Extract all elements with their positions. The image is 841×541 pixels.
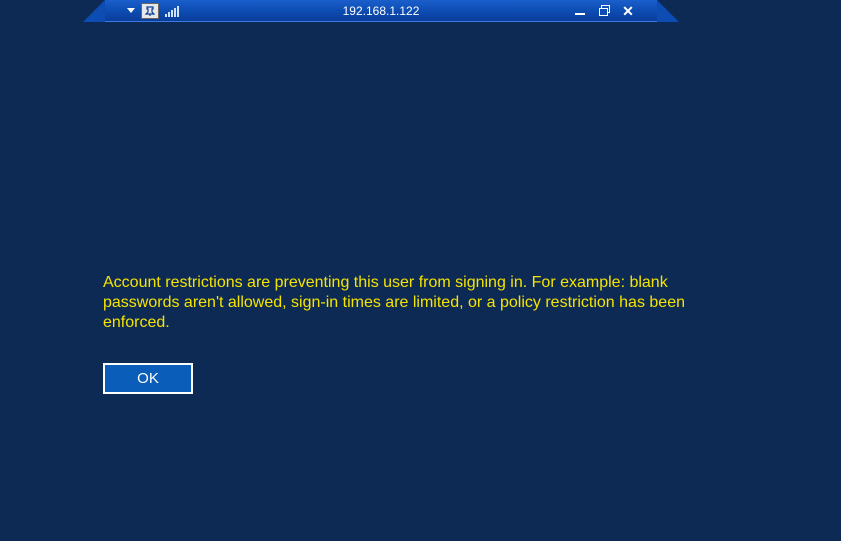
minimize-icon [575,13,585,15]
ok-button-label: OK [137,370,159,387]
rdp-connection-bar: 192.168.1.122 ✕ [105,0,657,22]
connection-quality-icon[interactable] [165,5,179,17]
dropdown-icon[interactable] [127,8,135,13]
ok-button[interactable]: OK [103,363,193,394]
restore-button[interactable] [597,4,611,18]
connection-bar-left [105,3,179,19]
close-icon: ✕ [622,4,634,18]
minimize-button[interactable] [573,4,587,18]
pin-button[interactable] [141,3,159,19]
close-button[interactable]: ✕ [621,4,635,18]
login-error-panel: Account restrictions are preventing this… [103,273,721,394]
connection-bar-right: ✕ [573,4,657,18]
pin-icon [145,6,155,16]
error-message: Account restrictions are preventing this… [103,273,721,333]
restore-icon [599,5,610,16]
